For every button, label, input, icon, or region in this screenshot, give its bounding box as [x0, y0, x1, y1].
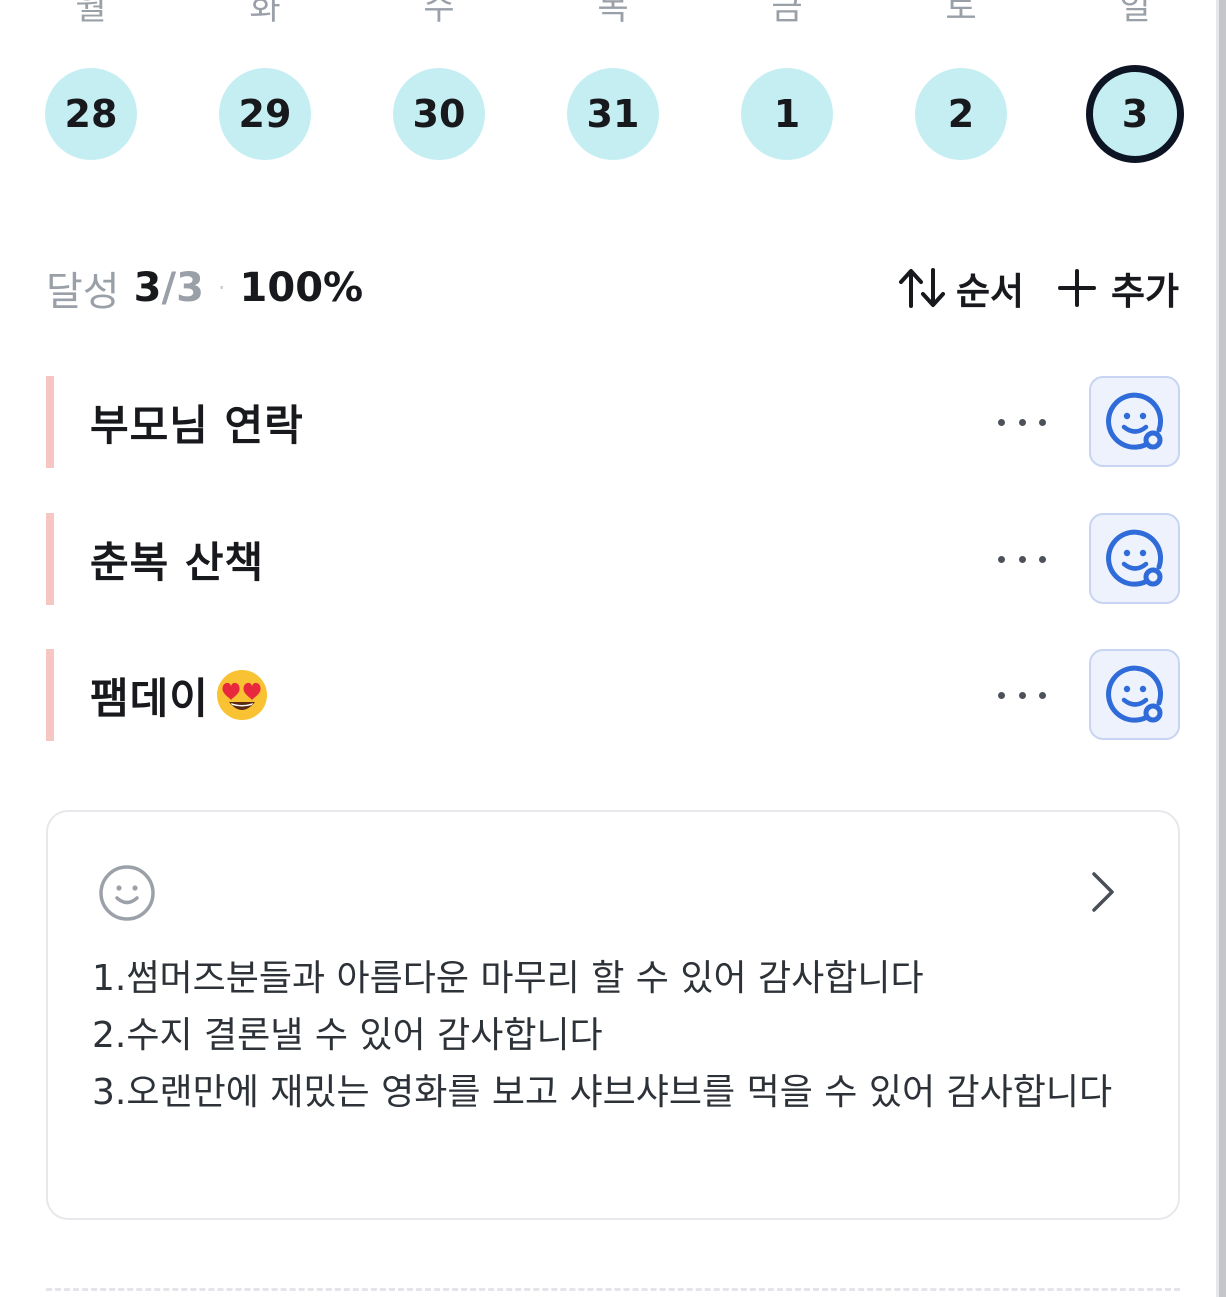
day-label-sat: 토: [945, 0, 977, 28]
achievement-done: 3: [133, 265, 162, 311]
chevron-right-icon[interactable]: [1088, 870, 1118, 914]
more-options-icon[interactable]: [998, 679, 1046, 711]
habit-item[interactable]: 부모님 연락: [46, 376, 1180, 468]
gratitude-text: 1.썸머즈분들과 아름다운 마무리 할 수 있어 감사합니다 2.수지 결론낼 …: [92, 950, 1132, 1121]
smile-icon: [99, 865, 155, 921]
section-divider: [46, 1288, 1180, 1291]
day-button-1[interactable]: 1: [741, 68, 833, 160]
smile-check-icon: [1105, 665, 1163, 723]
day-button-3-selected[interactable]: 3: [1086, 65, 1184, 163]
sort-button[interactable]: 순서: [898, 258, 1024, 318]
day-label-sun: 일: [1119, 0, 1151, 28]
habit-title: 부모님 연락: [90, 400, 304, 450]
habit-color-bar: [46, 649, 54, 741]
smile-check-icon: [1105, 392, 1163, 450]
scrollbar[interactable]: [1216, 0, 1226, 1297]
add-button[interactable]: 추가: [1057, 258, 1179, 318]
day-button-31[interactable]: 31: [567, 68, 659, 160]
sort-arrows-icon: [899, 268, 945, 308]
habit-color-bar: [46, 513, 54, 605]
day-label-thu: 목: [597, 0, 629, 28]
achievement-percent: 100%: [239, 265, 364, 311]
gratitude-line: 3.오랜만에 재밌는 영화를 보고 샤브샤브를 먹을 수 있어 감사합니다: [92, 1072, 1113, 1113]
achievement-summary: 달성 3/3 · 100%: [46, 258, 363, 318]
day-label-fri: 금: [771, 0, 803, 28]
day-button-2[interactable]: 2: [915, 68, 1007, 160]
habit-check-button[interactable]: [1089, 649, 1180, 740]
sort-label: 순서: [956, 270, 1025, 313]
habit-color-bar: [46, 376, 54, 468]
gratitude-card[interactable]: 1.썸머즈분들과 아름다운 마무리 할 수 있어 감사합니다 2.수지 결론낼 …: [46, 810, 1180, 1220]
achievement-total: /3: [161, 265, 204, 311]
plus-icon: [1058, 269, 1096, 307]
day-label-mon: 월: [75, 0, 107, 28]
add-label: 추가: [1111, 270, 1180, 313]
more-options-icon[interactable]: [998, 406, 1046, 438]
gratitude-line: 2.수지 결론낼 수 있어 감사합니다: [92, 1015, 603, 1056]
gratitude-line: 1.썸머즈분들과 아름다운 마무리 할 수 있어 감사합니다: [92, 958, 924, 999]
achievement-count: 3/3: [134, 265, 204, 311]
separator-dot: ·: [217, 274, 226, 302]
habit-item[interactable]: 춘복 산책: [46, 513, 1180, 605]
heart-eyes-emoji-icon: [216, 670, 267, 720]
day-button-29[interactable]: 29: [219, 68, 311, 160]
day-label-tue: 화: [249, 0, 281, 28]
habit-check-button[interactable]: [1089, 376, 1180, 467]
achievement-label: 달성: [46, 269, 120, 315]
day-label-wed: 수: [423, 0, 455, 28]
more-options-icon[interactable]: [998, 543, 1046, 575]
habit-item[interactable]: 팸데이: [46, 649, 1180, 741]
day-button-28[interactable]: 28: [45, 68, 137, 160]
day-button-30[interactable]: 30: [393, 68, 485, 160]
habit-check-button[interactable]: [1089, 513, 1180, 604]
smile-check-icon: [1105, 529, 1163, 587]
habit-title: 춘복 산책: [90, 537, 265, 587]
habit-title: 팸데이: [90, 649, 269, 741]
